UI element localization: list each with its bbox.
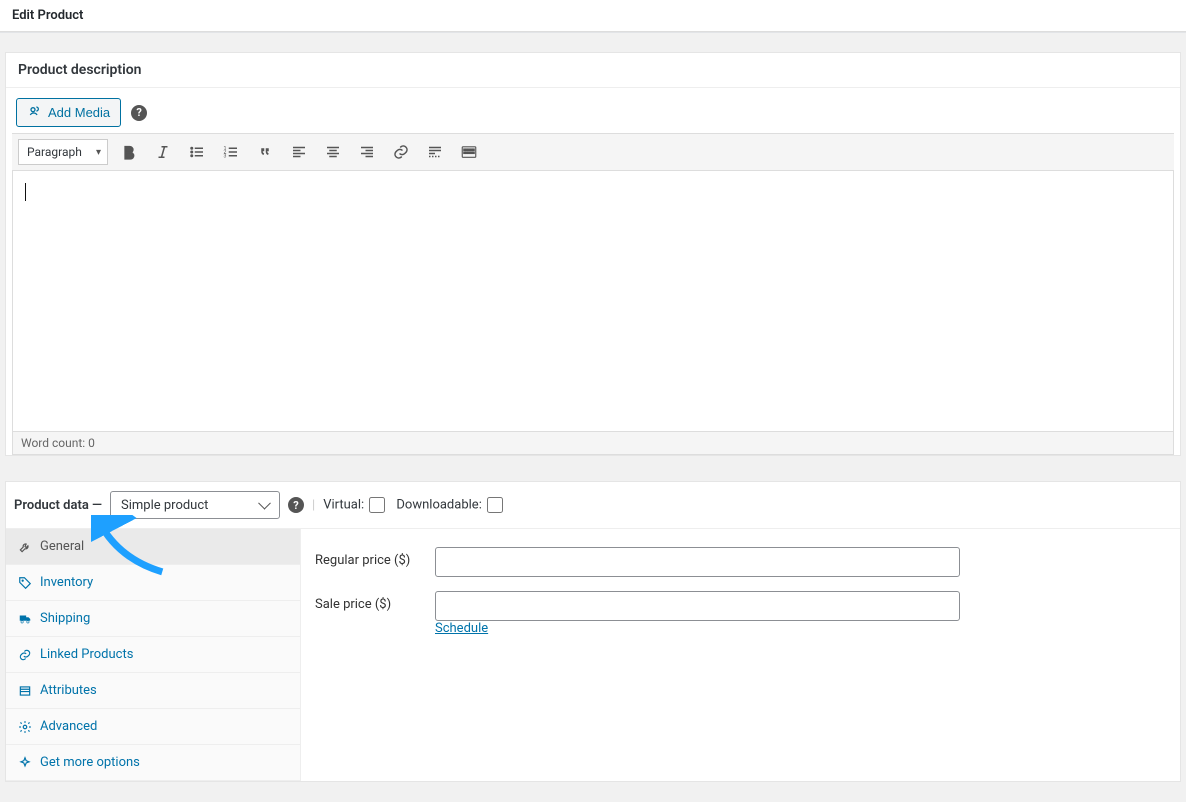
schedule-link[interactable]: Schedule: [435, 621, 488, 636]
italic-button[interactable]: [150, 139, 176, 165]
product-data-label: Product data —: [14, 498, 102, 513]
bottom-space: [0, 782, 1186, 802]
header-gap: [0, 32, 1186, 52]
tab-shipping[interactable]: Shipping: [6, 601, 300, 637]
tab-linked[interactable]: Linked Products: [6, 637, 300, 673]
sale-price-input[interactable]: [435, 591, 960, 621]
help-icon[interactable]: ?: [288, 497, 304, 513]
add-media-button[interactable]: Add Media: [16, 98, 121, 127]
align-left-button[interactable]: [286, 139, 312, 165]
downloadable-label: Downloadable:: [396, 497, 481, 512]
more-button[interactable]: [422, 139, 448, 165]
align-center-button[interactable]: [320, 139, 346, 165]
tab-label: Attributes: [40, 683, 97, 698]
virtual-checkbox[interactable]: [369, 497, 385, 513]
regular-price-row: Regular price ($): [315, 547, 1166, 577]
format-label: Paragraph: [27, 145, 82, 159]
toolbar-toggle-button[interactable]: [456, 139, 482, 165]
tab-inventory[interactable]: Inventory: [6, 565, 300, 601]
tab-label: Advanced: [40, 719, 97, 734]
editor-body[interactable]: [12, 171, 1174, 431]
tab-more-options[interactable]: Get more options: [6, 745, 300, 781]
tab-label: Shipping: [40, 611, 90, 626]
link-button[interactable]: [388, 139, 414, 165]
editor-toolbar: Paragraph 123: [12, 133, 1174, 171]
bold-button[interactable]: [116, 139, 142, 165]
list-icon: [18, 684, 32, 698]
ul-button[interactable]: [184, 139, 210, 165]
product-data-header: Product data — Simple product ? | Virtua…: [6, 482, 1180, 529]
separator: |: [312, 498, 315, 513]
tab-general[interactable]: General: [6, 529, 300, 565]
svg-text:3: 3: [224, 153, 227, 159]
align-right-button[interactable]: [354, 139, 380, 165]
tab-label: General: [40, 539, 84, 554]
product-type-value: Simple product: [121, 498, 208, 513]
media-row: Add Media ?: [6, 88, 1180, 133]
product-data-tabs: General Inventory Shipping Linked Produc…: [6, 529, 301, 781]
tab-advanced[interactable]: Advanced: [6, 709, 300, 745]
wrench-icon: [18, 540, 32, 554]
downloadable-checkbox[interactable]: [487, 497, 503, 513]
regular-price-input[interactable]: [435, 547, 960, 577]
quote-button[interactable]: [252, 139, 278, 165]
page-title: Edit Product: [12, 8, 1174, 23]
product-data-content: Regular price ($) Sale price ($) Schedul…: [301, 529, 1180, 781]
product-data-panel: Product data — Simple product ? | Virtua…: [5, 481, 1181, 782]
media-icon: [27, 103, 43, 122]
product-data-body: General Inventory Shipping Linked Produc…: [6, 529, 1180, 781]
sale-price-row: Sale price ($) Schedule: [315, 591, 1166, 636]
cursor: [25, 183, 26, 201]
downloadable-toggle: Downloadable:: [396, 494, 506, 516]
gear-icon: [18, 720, 32, 734]
virtual-label: Virtual:: [323, 497, 364, 512]
regular-price-label: Regular price ($): [315, 547, 435, 568]
sale-price-label: Sale price ($): [315, 591, 435, 612]
tab-attributes[interactable]: Attributes: [6, 673, 300, 709]
virtual-toggle: Virtual:: [323, 494, 388, 516]
truck-icon: [18, 612, 32, 626]
help-icon[interactable]: ?: [131, 105, 147, 121]
sparkle-icon: [18, 756, 32, 770]
add-media-label: Add Media: [48, 105, 110, 120]
link-icon: [18, 648, 32, 662]
tag-icon: [18, 576, 32, 590]
tab-label: Inventory: [40, 575, 93, 590]
tab-label: Get more options: [40, 755, 140, 770]
page-header: Edit Product: [0, 0, 1186, 32]
description-heading: Product description: [6, 53, 1180, 88]
description-panel: Product description Add Media ? Paragrap…: [5, 52, 1181, 456]
format-select[interactable]: Paragraph: [18, 139, 108, 165]
word-count: Word count: 0: [12, 431, 1174, 455]
product-type-select[interactable]: Simple product: [110, 491, 280, 519]
ol-button[interactable]: 123: [218, 139, 244, 165]
tab-label: Linked Products: [40, 647, 133, 662]
